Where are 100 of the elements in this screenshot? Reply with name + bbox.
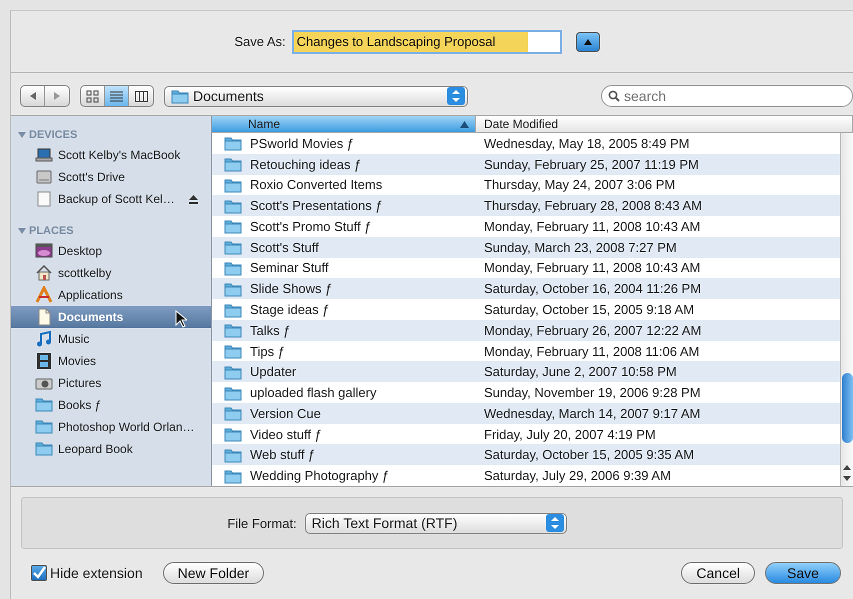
file-name: Slide Shows ƒ [250,281,332,296]
sidebar-item[interactable]: Backup of Scott Kel… [11,188,211,210]
folder-icon [224,384,242,401]
date-modified: Monday, February 26, 2007 12:22 AM [483,322,702,338]
navigation-buttons[interactable] [20,85,70,107]
sidebar-item[interactable]: Desktop [11,240,211,262]
folder-icon [224,260,242,276]
down-triangle-icon [18,131,26,139]
column-header[interactable]: Name [212,116,476,132]
folder-icon [224,405,242,422]
location-popup[interactable]: Documents [164,86,468,106]
sidebar-item[interactable]: Pictures [11,372,211,394]
dialog-button[interactable]: Cancel [681,562,755,584]
date-modified: Saturday, October 16, 2004 11:26 PM [483,281,702,296]
sort-ascending-icon [460,120,469,128]
folder-icon [224,364,242,380]
house-icon [35,264,53,282]
file-name: Retouching ideas ƒ [250,156,362,172]
folder-icon [224,176,242,193]
sidebar-item[interactable]: Music [11,328,211,350]
file-name: Scott's Presentations ƒ [250,198,383,214]
columns-icon [134,90,148,102]
list-icon [110,90,123,102]
save-as-label: Save As: [234,34,286,49]
date-modified: Saturday, July 29, 2006 9:39 AM [483,468,671,484]
dialog-button[interactable]: New Folder [162,562,264,584]
view-mode-button[interactable] [105,86,129,106]
search-icon [608,90,620,102]
hide-extension-label: Hide extension [50,565,143,581]
date-modified: Friday, July 20, 2007 4:19 PM [483,426,656,442]
laptop-icon [35,146,53,164]
date-modified: Saturday, June 2, 2007 10:58 PM [483,364,677,380]
date-modified: Wednesday, March 14, 2007 9:17 AM [483,406,700,421]
date-modified: Saturday, October 15, 2005 9:18 AM [483,302,694,317]
folder-icon [224,239,242,256]
file-name: uploaded flash gallery [250,385,376,400]
scroll-thumb[interactable] [842,373,853,443]
date-modified: Wednesday, May 18, 2005 8:49 PM [483,136,690,151]
sidebar-item[interactable]: Leopard Book [11,438,211,460]
folder-icon [224,280,242,297]
file-name: Version Cue [250,406,321,421]
dialog-button[interactable]: Save [765,562,841,584]
date-modified: Thursday, May 24, 2007 3:06 PM [483,177,676,192]
folder-icon [224,218,242,234]
sidebar-item[interactable]: Applications [11,284,211,306]
file-name: PSworld Movies ƒ [250,136,354,151]
file-name: Updater [250,364,296,380]
date-modified: Monday, February 11, 2008 11:06 AM [483,344,700,359]
file-name: Stage ideas ƒ [250,302,330,317]
sidebar-item[interactable]: Documents [11,306,211,328]
right-triangle-icon [53,91,61,101]
file-name: Wedding Photography ƒ [250,468,390,484]
down-arrow-icon [843,475,851,482]
folder-icon [224,426,242,442]
grid-icon [86,90,99,102]
file-name-field[interactable]: Changes to Landscaping Proposal [292,30,562,54]
date-modified: Monday, February 11, 2008 10:43 AM [483,260,700,276]
checkmark-icon [32,566,46,580]
date-modified: Sunday, March 23, 2008 7:27 PM [483,240,677,255]
mouse-pointer-icon [175,310,187,328]
file-name: Seminar Stuff [250,260,329,276]
date-modified: Saturday, October 15, 2005 9:35 AM [483,447,694,462]
sidebar-item[interactable]: Books ƒ [11,394,211,416]
folder-icon [224,322,242,338]
search-field[interactable]: search [601,85,853,107]
sidebar-item[interactable]: scottkelby [11,262,211,284]
sidebar-item[interactable]: Movies [11,350,211,372]
hard-drive-icon [35,168,53,186]
file-name: Tips ƒ [250,344,285,359]
stepper-icon [546,514,564,532]
file-format-label: File Format: [227,516,297,530]
sidebar-item[interactable]: Photoshop World Orlan… [11,416,211,438]
view-mode-switch[interactable] [80,85,154,107]
folder-icon [224,135,242,152]
desktop-icon [35,242,53,260]
date-modified: Monday, February 11, 2008 10:43 AM [483,218,700,234]
date-modified: Sunday, February 25, 2007 11:19 PM [483,156,699,172]
column-header[interactable]: Date Modified [476,116,853,132]
folder-icon [224,302,242,318]
up-arrow-icon [843,464,851,471]
expand-button[interactable] [576,32,600,52]
date-modified: Thursday, February 28, 2008 8:43 AM [483,198,702,214]
music-note-icon [35,330,53,348]
folder-icon [224,468,242,484]
folder-icon [224,156,242,172]
stepper-icon [447,87,465,105]
file-name: Video stuff ƒ [250,426,322,442]
sidebar-item[interactable]: Scott's Drive [11,166,211,188]
folder-icon [171,88,189,104]
hide-extension-checkbox[interactable] [31,565,47,581]
date-modified: Sunday, November 19, 2006 9:28 PM [483,385,701,400]
file-format-popup[interactable]: Rich Text Format (RTF) [304,512,567,534]
sidebar-item[interactable]: Scott Kelby's MacBook [11,144,211,166]
down-triangle-icon [18,227,26,235]
file-name: Scott's Promo Stuff ƒ [250,218,372,234]
file-name: Scott's Stuff [250,240,319,255]
folder-icon [224,343,242,360]
left-triangle-icon [28,91,36,101]
file-name: Talks ƒ [250,322,290,338]
film-strip-icon [35,352,53,370]
